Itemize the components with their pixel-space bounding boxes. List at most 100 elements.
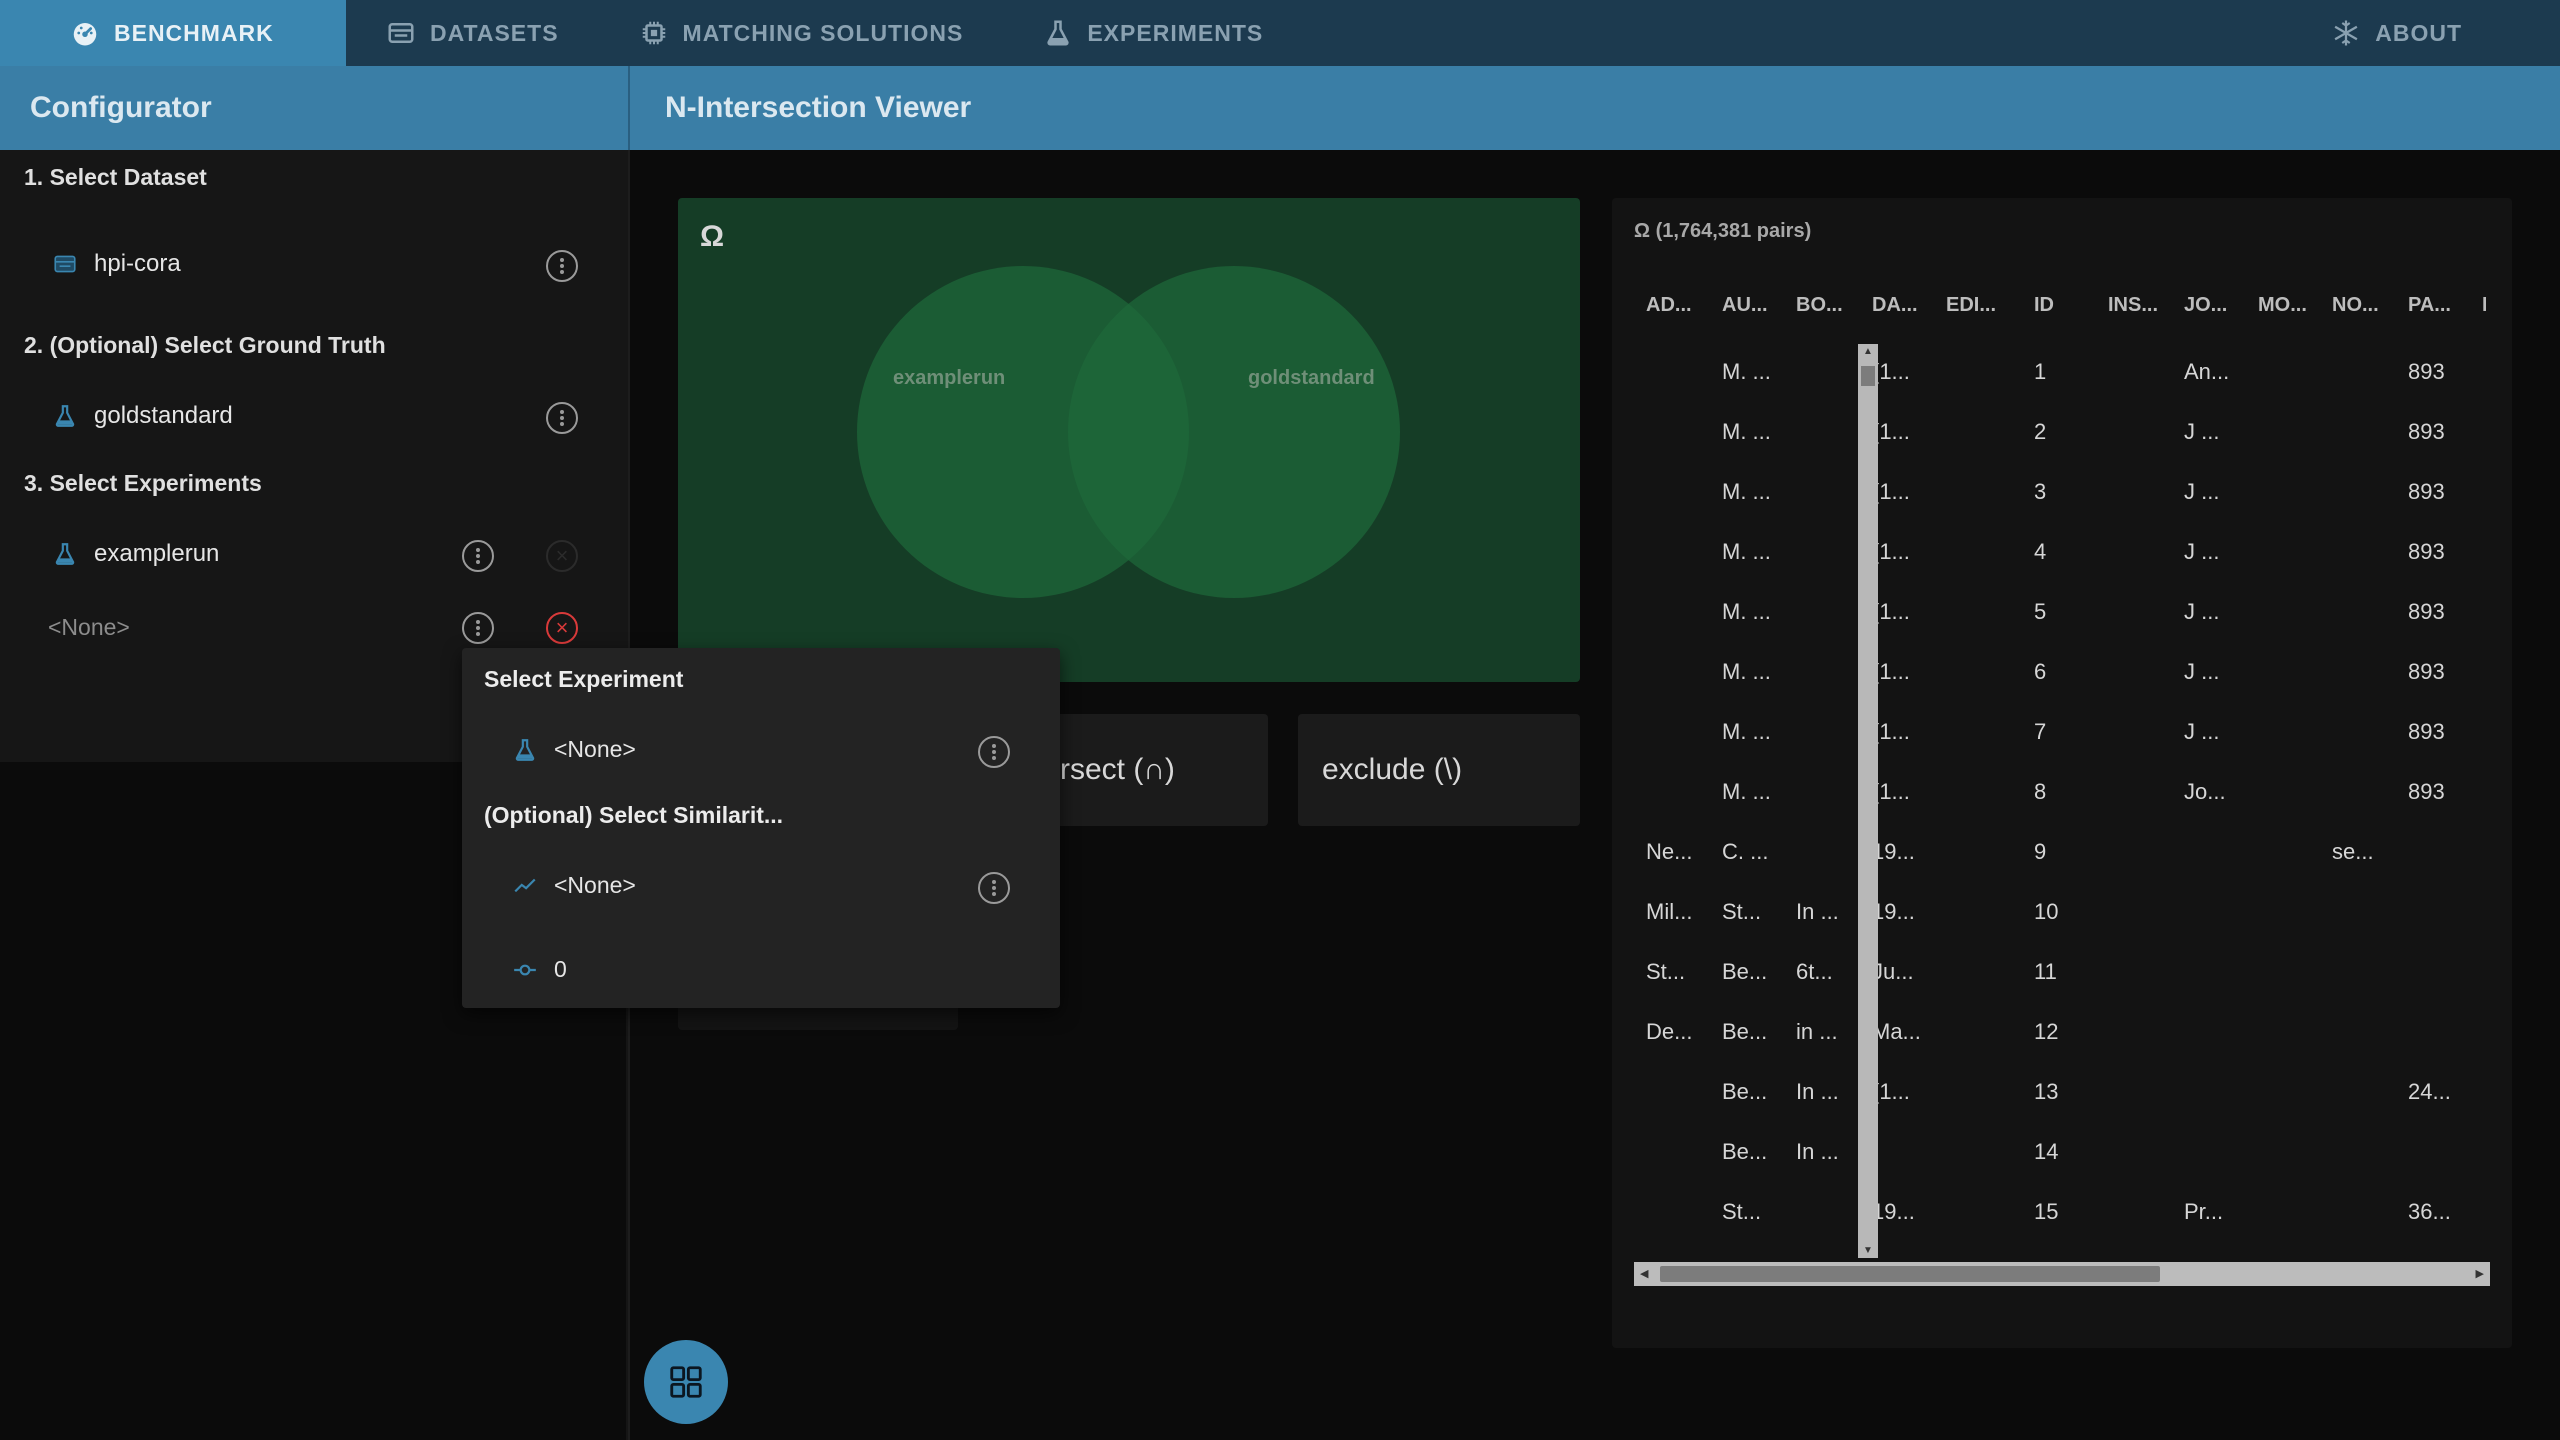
table-row[interactable]: M. ... (1... 2 J ... 893 <box>1646 402 2486 462</box>
groundtruth-select[interactable]: goldstandard <box>52 402 233 430</box>
column-header[interactable]: EDI... <box>1946 294 1996 317</box>
table-row[interactable]: M. ... (1... 7 J ... 893 <box>1646 702 2486 762</box>
table-cell: 6t... <box>1796 959 1833 984</box>
table-cell: 7 <box>2034 719 2047 744</box>
table-row[interactable]: De... Be... in ... Ma... 12 <box>1646 1002 2486 1062</box>
popup-similarity-select[interactable]: <None> <box>512 872 636 899</box>
experiment-select-1[interactable]: examplerun <box>52 540 219 568</box>
table-cell: 893 <box>2408 479 2445 504</box>
experiment-2-value[interactable]: <None> <box>48 614 130 641</box>
popup-similarity-label: (Optional) Select Similarit... <box>484 802 784 828</box>
column-header[interactable]: JO... <box>2184 294 2227 317</box>
table-cell: St... <box>1722 1199 1762 1224</box>
column-header[interactable]: PA... <box>2408 294 2451 317</box>
table-row[interactable]: M. ... (1... 6 J ... 893 <box>1646 642 2486 702</box>
vertical-scroll-thumb[interactable] <box>1861 366 1875 386</box>
popup-experiment-info-button[interactable] <box>978 736 1010 768</box>
experiment-1-info-button[interactable] <box>462 540 494 572</box>
flask-icon <box>52 541 78 567</box>
scroll-right-icon[interactable]: ▶ <box>2476 1267 2484 1280</box>
table-cell: J ... <box>2184 419 2220 444</box>
column-header[interactable]: NO... <box>2332 294 2379 317</box>
column-header[interactable]: AD... <box>1646 294 1692 317</box>
popup-threshold-slider[interactable]: 0 <box>512 956 567 983</box>
tab-experiments[interactable]: EXPERIMENTS <box>1003 0 1303 66</box>
column-header[interactable]: ID <box>2034 294 2054 317</box>
table-horizontal-scrollbar[interactable]: ◀ ▶ <box>1634 1262 2490 1286</box>
table-row[interactable]: Ne... C. ... 19... 9 se... <box>1646 822 2486 882</box>
popup-threshold-value: 0 <box>554 956 567 982</box>
table-row[interactable]: Be... In ... (1... 13 24... <box>1646 1062 2486 1122</box>
scroll-up-icon[interactable]: ▲ <box>1863 346 1873 357</box>
venn-circle-goldstandard <box>1068 266 1400 598</box>
exclude-button[interactable]: exclude (\) <box>1298 714 1580 826</box>
popup-experiment-select[interactable]: <None> <box>512 736 636 763</box>
experiment-1-remove-button[interactable]: × <box>546 540 578 572</box>
scroll-left-icon[interactable]: ◀ <box>1640 1267 1648 1280</box>
tab-datasets[interactable]: DATASETS <box>346 0 599 66</box>
table-cell: In ... <box>1796 1079 1839 1104</box>
dataset-value: hpi-cora <box>94 250 181 277</box>
table-cell: 893 <box>2408 359 2445 384</box>
column-header[interactable]: MO... <box>2258 294 2307 317</box>
dataset-icon <box>52 251 78 277</box>
info-icon <box>992 744 996 760</box>
table-cell: St... <box>1646 959 1686 984</box>
grid-view-button[interactable] <box>644 1340 728 1424</box>
table-row[interactable]: M. ... (1... 5 J ... 893 <box>1646 582 2486 642</box>
table-cell: 14 <box>2034 1139 2059 1164</box>
table-row[interactable]: Mil... St... In ... 19... 10 <box>1646 882 2486 942</box>
table-body[interactable]: M. ... (1... 1 An... 893 M. ... (1... 2 J ... 893… <box>1646 342 2486 1252</box>
slider-knob-icon <box>512 957 538 983</box>
select-experiment-popup: Select Experiment <None> (Optional) Sele… <box>462 648 1060 1008</box>
table-cell: De... <box>1646 1019 1693 1044</box>
table-cell: Jo... <box>2184 779 2226 804</box>
speedometer-icon <box>70 18 100 48</box>
table-row[interactable]: M. ... (1... 4 J ... 893 <box>1646 522 2486 582</box>
table-cell: St... <box>1722 899 1762 924</box>
popup-similarity-info-button[interactable] <box>978 872 1010 904</box>
grid-icon <box>670 1366 702 1398</box>
omega-label: Ω <box>700 220 725 253</box>
column-header[interactable]: INS... <box>2108 294 2158 317</box>
table-cell: M. ... <box>1722 539 1771 564</box>
column-header[interactable]: BO... <box>1796 294 1843 317</box>
snowflake-icon <box>2331 18 2361 48</box>
table-cell: 13 <box>2034 1079 2059 1104</box>
table-cell: 8 <box>2034 779 2047 804</box>
table-row[interactable]: Be... In ... 14 <box>1646 1122 2486 1182</box>
table-cell: J ... <box>2184 719 2220 744</box>
groundtruth-info-button[interactable] <box>546 402 578 434</box>
table-cell: 2 <box>2034 419 2047 444</box>
table-row[interactable]: St... Be... 6t... Ju... 11 <box>1646 942 2486 1002</box>
column-header[interactable]: AU... <box>1722 294 1768 317</box>
table-cell: In ... <box>1796 1139 1839 1164</box>
dataset-icon <box>386 18 416 48</box>
experiment-2-info-button[interactable] <box>462 612 494 644</box>
horizontal-scroll-thumb[interactable] <box>1660 1266 2160 1282</box>
venn-diagram[interactable]: examplerun goldstandard Ω <box>678 198 1580 682</box>
column-header[interactable]: DA... <box>1872 294 1918 317</box>
table-vertical-scrollbar[interactable]: ▲ ▼ <box>1858 344 1878 1258</box>
experiment-2-remove-button[interactable]: × <box>546 612 578 644</box>
table-row[interactable]: M. ... (1... 8 Jo... 893 <box>1646 762 2486 822</box>
tab-about[interactable]: ABOUT <box>2291 0 2502 66</box>
dataset-select[interactable]: hpi-cora <box>52 250 181 278</box>
table-row[interactable]: M. ... (1... 1 An... 893 <box>1646 342 2486 402</box>
intersect-label: rsect (∩) <box>1060 753 1175 786</box>
header-divider <box>628 66 630 150</box>
table-row[interactable]: St... 19... 15 Pr... 36... <box>1646 1182 2486 1242</box>
table-cell: 4 <box>2034 539 2047 564</box>
venn-svg: examplerun goldstandard <box>857 266 1400 598</box>
table-cell: Mil... <box>1646 899 1693 924</box>
info-icon <box>992 880 996 896</box>
column-header[interactable]: PU <box>2482 294 2486 317</box>
scroll-down-icon[interactable]: ▼ <box>1863 1245 1873 1256</box>
tab-benchmark[interactable]: BENCHMARK <box>0 0 346 66</box>
dataset-info-button[interactable] <box>546 250 578 282</box>
table-cell: M. ... <box>1722 419 1771 444</box>
experiments-section-label: 3. Select Experiments <box>24 470 262 496</box>
tab-matching-solutions[interactable]: MATCHING SOLUTIONS <box>599 0 1004 66</box>
table-row[interactable]: M. ... (1... 3 J ... 893 <box>1646 462 2486 522</box>
table-cell: M. ... <box>1722 479 1771 504</box>
